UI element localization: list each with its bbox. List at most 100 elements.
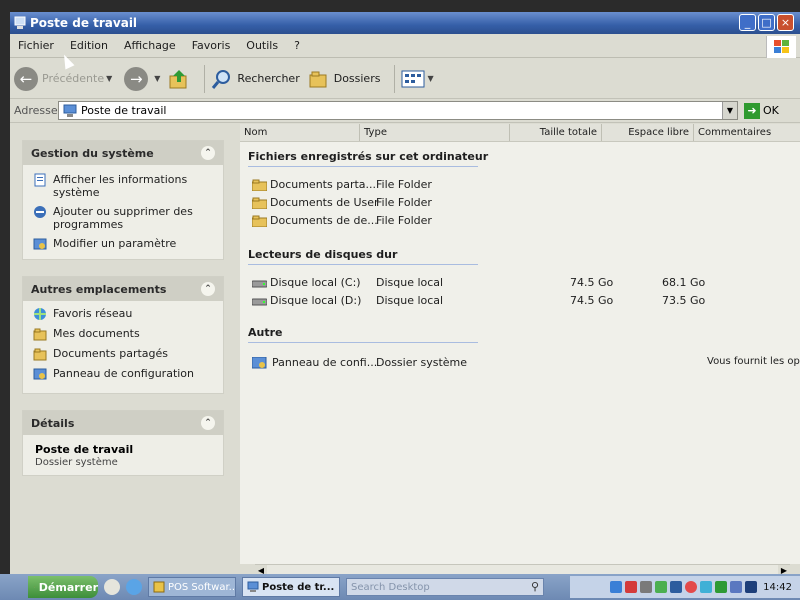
chevron-down-icon[interactable]: ▼ xyxy=(427,74,433,83)
toolbar: ← Précédente ▼ → ▼ Rechercher Dossiers ▼ xyxy=(10,59,800,99)
task-add-remove-programs[interactable]: Ajouter ou supprimer des programmes xyxy=(23,202,223,234)
go-button[interactable]: ➜ OK xyxy=(744,102,779,119)
list-item[interactable]: Panneau de confi... Dossier système Vous… xyxy=(250,354,800,372)
column-total-size[interactable]: Taille totale xyxy=(510,124,602,141)
chevron-down-icon[interactable]: ▼ xyxy=(154,74,160,83)
task-label: Afficher les informations système xyxy=(53,173,188,199)
place-network[interactable]: Favoris réseau xyxy=(23,301,223,324)
up-folder-button[interactable] xyxy=(168,68,190,90)
add-remove-icon xyxy=(34,206,46,218)
horizontal-scrollbar[interactable]: ◀ ▶ xyxy=(255,564,790,574)
system-tasks-panel: Gestion du système ⌃ Afficher les inform… xyxy=(22,140,224,260)
group-divider xyxy=(248,264,478,265)
back-button[interactable]: ← Précédente ▼ xyxy=(10,66,112,91)
tray-device-icon[interactable] xyxy=(640,581,653,593)
tray-volume-icon[interactable] xyxy=(730,581,743,593)
item-type: File Folder xyxy=(376,178,432,191)
forward-button[interactable]: → ▼ xyxy=(120,66,160,91)
place-control-panel[interactable]: Panneau de configuration xyxy=(23,364,223,384)
title-bar[interactable]: Poste de travail _ □ × xyxy=(10,12,800,34)
list-item[interactable]: Documents de de... File Folder xyxy=(250,212,800,230)
app-icon xyxy=(153,581,165,593)
address-value: Poste de travail xyxy=(81,104,167,117)
tray-antivirus-icon[interactable] xyxy=(685,581,698,593)
tray-alert-icon[interactable] xyxy=(625,581,638,593)
collapse-chevron-icon[interactable]: ⌃ xyxy=(201,416,215,430)
menu-fichier[interactable]: Fichier xyxy=(10,39,62,52)
menu-outils[interactable]: Outils xyxy=(238,39,286,52)
other-places-header[interactable]: Autres emplacements ⌃ xyxy=(23,277,223,301)
views-button[interactable]: ▼ xyxy=(401,69,434,89)
list-item[interactable]: Disque local (C:) Disque local 74.5 Go 6… xyxy=(250,274,800,292)
folder-icon xyxy=(252,179,267,191)
quicklaunch-browser-icon[interactable] xyxy=(126,579,142,595)
address-input[interactable]: Poste de travail ▼ xyxy=(58,101,738,120)
task-label: POS Softwar... xyxy=(168,581,236,593)
address-dropdown-icon[interactable]: ▼ xyxy=(722,102,737,119)
item-type: Disque local xyxy=(376,276,444,289)
column-name[interactable]: Nom xyxy=(240,124,360,141)
panel-title: Autres emplacements xyxy=(31,282,167,296)
tray-vpn-icon[interactable] xyxy=(715,581,728,593)
tray-language-icon[interactable] xyxy=(745,581,758,593)
chevron-down-icon[interactable]: ▼ xyxy=(106,74,112,83)
place-label: Mes documents xyxy=(53,327,140,340)
tray-security-icon[interactable] xyxy=(655,581,668,593)
scroll-left-icon[interactable]: ◀ xyxy=(255,565,267,574)
item-type: File Folder xyxy=(376,196,432,209)
start-button[interactable]: Démarrer xyxy=(28,576,98,598)
menu-affichage[interactable]: Affichage xyxy=(116,39,184,52)
tray-network-icon[interactable] xyxy=(610,581,623,593)
search-icon xyxy=(212,69,231,89)
collapse-chevron-icon[interactable]: ⌃ xyxy=(201,282,215,296)
task-pos-software[interactable]: POS Softwar... xyxy=(148,577,236,597)
task-change-setting[interactable]: Modifier un paramètre xyxy=(23,234,223,254)
close-button[interactable]: × xyxy=(777,14,794,31)
column-free-space[interactable]: Espace libre xyxy=(602,124,694,141)
tray-update-icon[interactable] xyxy=(700,581,713,593)
minimize-button[interactable]: _ xyxy=(739,14,756,31)
folder-icon xyxy=(252,215,267,227)
list-item[interactable]: Disque local (D:) Disque local 74.5 Go 7… xyxy=(250,292,800,310)
list-item[interactable]: Documents de User File Folder xyxy=(250,194,800,212)
menu-edition[interactable]: Edition xyxy=(62,39,116,52)
search-button[interactable]: Rechercher xyxy=(211,68,300,90)
group-divider xyxy=(248,342,478,343)
details-header[interactable]: Détails ⌃ xyxy=(23,411,223,435)
collapse-chevron-icon[interactable]: ⌃ xyxy=(201,146,215,160)
list-item[interactable]: Documents parta... File Folder xyxy=(250,176,800,194)
panel-title: Gestion du système xyxy=(31,146,154,160)
search-icon[interactable]: ⚲ xyxy=(531,580,539,593)
folders-label: Dossiers xyxy=(333,72,381,85)
item-comment: Vous fournit les opti... xyxy=(707,356,800,367)
control-panel-icon xyxy=(33,238,47,250)
column-comments[interactable]: Commentaires xyxy=(694,124,800,141)
maximize-button[interactable]: □ xyxy=(758,14,775,31)
place-my-documents[interactable]: Mes documents xyxy=(23,324,223,344)
menu-favoris[interactable]: Favoris xyxy=(184,39,239,52)
desktop-search-input[interactable]: Search Desktop ⚲ xyxy=(346,578,544,596)
place-shared-documents[interactable]: Documents partagés xyxy=(23,344,223,364)
column-headers: Nom Type Taille totale Espace libre Comm… xyxy=(240,124,800,142)
system-tasks-header[interactable]: Gestion du système ⌃ xyxy=(23,141,223,165)
my-computer-icon xyxy=(63,104,77,117)
back-label: Précédente xyxy=(42,72,105,85)
column-type[interactable]: Type xyxy=(360,124,510,141)
start-label: Démarrer xyxy=(38,580,98,594)
task-system-info[interactable]: Afficher les informations système xyxy=(23,165,223,202)
views-icon xyxy=(401,70,425,87)
other-places-panel: Autres emplacements ⌃ Favoris réseau Mes… xyxy=(22,276,224,394)
tray-app-icon[interactable] xyxy=(670,581,683,593)
task-poste-de-travail[interactable]: Poste de tr... xyxy=(242,577,340,597)
quicklaunch-desktop-icon[interactable] xyxy=(104,579,120,595)
forward-arrow-icon: → xyxy=(124,66,149,91)
folder-icon xyxy=(252,197,267,209)
group-header: Lecteurs de disques dur xyxy=(248,248,398,261)
scroll-right-icon[interactable]: ▶ xyxy=(778,565,790,574)
menu-help[interactable]: ? xyxy=(286,39,308,52)
taskbar: Démarrer POS Softwar... Poste de tr... S… xyxy=(0,574,800,600)
folders-button[interactable]: Dossiers xyxy=(308,69,381,89)
item-name: Documents parta... xyxy=(270,178,377,191)
task-label: Poste de tr... xyxy=(262,581,335,593)
go-label: OK xyxy=(763,104,779,117)
